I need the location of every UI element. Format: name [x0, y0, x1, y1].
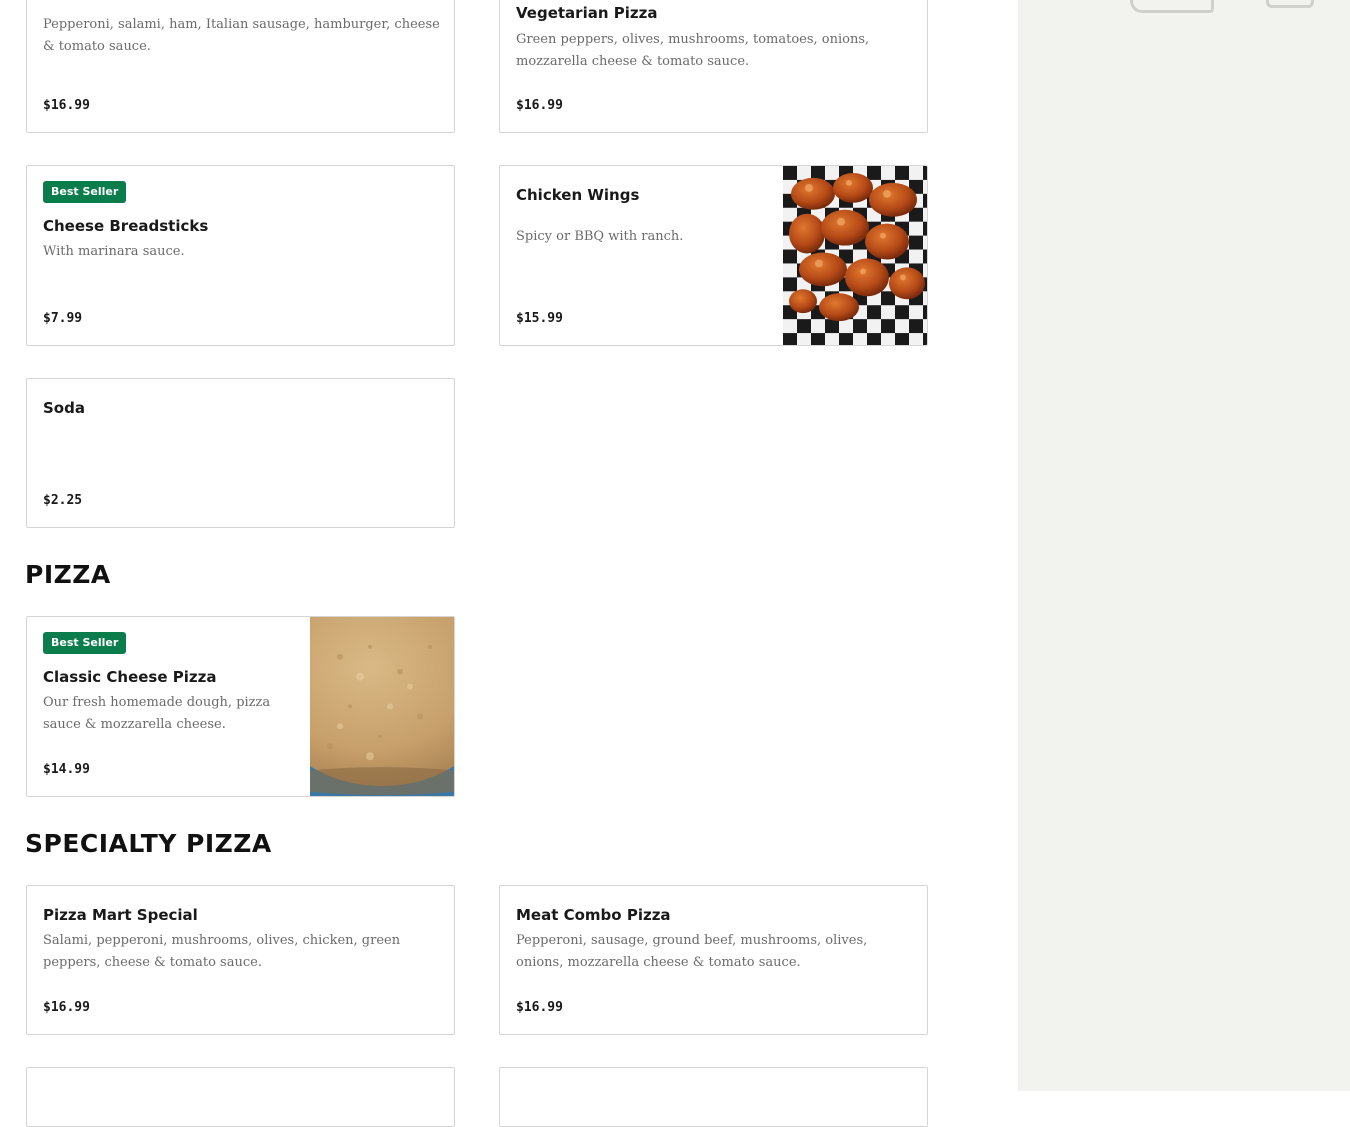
chicken-wings-photo: [783, 166, 927, 345]
menu-item-cheese-breadsticks[interactable]: Best Seller Cheese Breadsticks With mari…: [26, 165, 455, 346]
menu-item-meat-combo-pizza[interactable]: Meat Combo Pizza Pepperoni, sausage, gro…: [499, 885, 928, 1035]
item-name: Soda: [43, 399, 85, 417]
item-price: $16.99: [516, 1000, 563, 1015]
item-price: $16.99: [43, 1000, 90, 1015]
item-description: Our fresh homemade dough, pizza sauce & …: [43, 695, 271, 732]
item-name: Classic Cheese Pizza: [43, 668, 217, 686]
menu-item-partial[interactable]: [26, 1067, 455, 1127]
decorative-illustration: [1266, 0, 1314, 8]
item-name: Pizza Mart Special: [43, 906, 198, 924]
item-description: Spicy or BBQ with ranch.: [516, 229, 684, 244]
item-description: Pepperoni, salami, ham, Italian sausage,…: [43, 17, 440, 54]
best-seller-badge: Best Seller: [43, 632, 127, 654]
item-price: $14.99: [43, 762, 90, 777]
menu-item-partial[interactable]: [499, 1067, 928, 1127]
menu-item-classic-cheese-pizza[interactable]: Best Seller Classic Cheese Pizza Our fre…: [26, 616, 455, 797]
item-name: Cheese Breadsticks: [43, 217, 209, 235]
side-panel: [1018, 0, 1350, 1091]
menu-item-pizza-mart-special[interactable]: Pizza Mart Special Salami, pepperoni, mu…: [26, 885, 455, 1035]
item-name: Chicken Wings: [516, 186, 640, 204]
item-name: Meat Combo Pizza: [516, 906, 671, 924]
menu-item-soda[interactable]: Soda $2.25: [26, 378, 455, 528]
item-description: Pepperoni, sausage, ground beef, mushroo…: [516, 933, 868, 970]
item-price: $16.99: [43, 98, 90, 113]
menu-item-chicken-wings[interactable]: Chicken Wings Spicy or BBQ with ranch. $…: [499, 165, 928, 346]
section-title-specialty-pizza: SPECIALTY PIZZA: [25, 829, 272, 858]
decorative-illustration: [1130, 0, 1214, 13]
item-description: With marinara sauce.: [43, 244, 185, 259]
section-title-pizza: PIZZA: [25, 560, 111, 589]
menu-main: Pepperoni, salami, ham, Italian sausage,…: [0, 0, 1018, 1127]
item-price: $7.99: [43, 311, 83, 326]
item-description: Salami, pepperoni, mushrooms, olives, ch…: [43, 933, 401, 970]
item-description: Green peppers, olives, mushrooms, tomato…: [516, 32, 870, 69]
item-price: $2.25: [43, 493, 83, 508]
menu-item-meat-pizza[interactable]: Pepperoni, salami, ham, Italian sausage,…: [26, 0, 455, 133]
menu-item-vegetarian-pizza[interactable]: Vegetarian Pizza Green peppers, olives, …: [499, 0, 928, 133]
best-seller-badge: Best Seller: [43, 181, 127, 203]
item-price: $15.99: [516, 311, 563, 326]
cheese-pizza-photo: [310, 617, 454, 796]
item-name: Vegetarian Pizza: [516, 4, 658, 22]
item-price: $16.99: [516, 98, 563, 113]
